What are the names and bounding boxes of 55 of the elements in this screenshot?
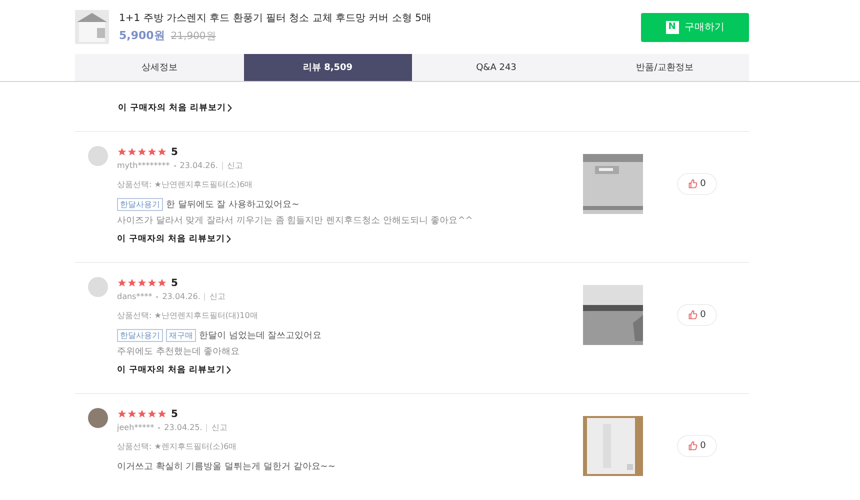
original-price: 21,900원 [170, 30, 216, 43]
review-text: 사이즈가 달라서 맞게 잘라서 끼우기는 좀 힘들지만 렌지후드청소 안해도되니 좋아요^^ [117, 215, 474, 227]
chevron-right-icon [226, 235, 231, 243]
thumbs-up-icon [688, 310, 698, 320]
product-option: 상품선택: ★렌지후드필터(소)6매 [117, 441, 583, 452]
star-icon [127, 409, 137, 419]
tab[interactable]: 상세정보 [75, 54, 244, 81]
user-name: myth******** [117, 161, 170, 170]
review-tag: 재구매 [166, 329, 196, 342]
like-button[interactable]: 0 [677, 173, 717, 195]
star-icon [117, 409, 127, 419]
review-text: 주위에도 추천했는데 좋아해요 [117, 346, 241, 358]
star-icon [157, 278, 167, 288]
first-review-link[interactable]: 이 구매자의 처음 리뷰보기 [117, 364, 583, 376]
like-button[interactable]: 0 [677, 304, 717, 326]
star-icon [127, 147, 137, 157]
sale-price: 5,900원 [119, 28, 165, 43]
review-tag: 한달사용기 [117, 329, 163, 342]
rating-score: 5 [171, 408, 178, 420]
tab[interactable]: 반품/교환정보 [580, 54, 749, 81]
product-option: 상품선택: ★난연렌지후드필터(대)10매 [117, 310, 583, 321]
thumbs-up-icon [688, 179, 698, 189]
review-text: 한 달뒤에도 잘 사용하고있어요~ [166, 199, 300, 211]
like-button[interactable]: 0 [677, 435, 717, 457]
review-text: 이거쓰고 확실히 기름방울 덜튀는게 덜한거 같아요~~ [117, 461, 336, 473]
product-option: 상품선택: ★난연렌지후드필터(소)6매 [117, 179, 583, 190]
review-date: 23.04.26. [162, 292, 200, 301]
tab[interactable]: 리뷰 8,509 [244, 54, 412, 81]
thumbs-up-icon [688, 441, 698, 451]
star-icon [157, 409, 167, 419]
star-icon [127, 278, 137, 288]
review-date: 23.04.26. [180, 161, 218, 170]
rating-score: 5 [171, 278, 178, 288]
first-review-link[interactable]: 이 구매자의 처음 리뷰보기 [118, 102, 232, 114]
star-icon [117, 278, 127, 288]
star-icon [117, 147, 127, 157]
n-logo-icon: N [666, 20, 678, 34]
product-title: 1+1 주방 가스렌지 후드 환풍기 필터 청소 교체 후드망 커버 소형 5매 [119, 12, 432, 25]
star-icon [147, 147, 157, 157]
review-text: 한달이 넘었는데 잘쓰고있어요 [199, 330, 322, 342]
star-icon [147, 409, 157, 419]
chevron-right-icon [226, 366, 231, 374]
tab[interactable]: Q&A 243 [412, 54, 580, 81]
user-name: jeeh***** [117, 423, 154, 432]
chevron-right-icon [226, 104, 232, 112]
star-icon [147, 278, 157, 288]
star-icon [137, 409, 147, 419]
review-date: 23.04.25. [164, 423, 202, 432]
first-review-link[interactable]: 이 구매자의 처음 리뷰보기 [117, 233, 583, 245]
star-icon [157, 147, 167, 157]
star-icon [137, 147, 147, 157]
user-name: dans**** [117, 292, 152, 301]
review-tag: 한달사용기 [117, 198, 163, 211]
star-icon [137, 278, 147, 288]
rating-score: 5 [171, 146, 178, 158]
